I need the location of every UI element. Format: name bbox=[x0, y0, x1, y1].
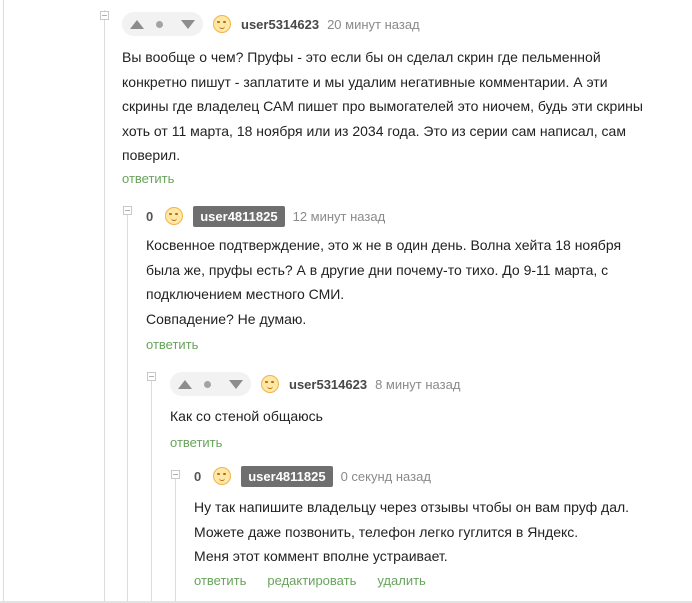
comment-text: Ну так напишите владельцу через отзывы ч… bbox=[194, 495, 629, 569]
comment-line: скрины где владелец САМ пишет про вымога… bbox=[122, 98, 643, 114]
reply-button[interactable]: ответить bbox=[170, 435, 222, 450]
rating-dot-icon bbox=[156, 20, 163, 28]
comment-line: была же, пруфы есть? А в другие дни поче… bbox=[146, 261, 609, 278]
thread-line bbox=[151, 380, 152, 603]
timestamp[interactable]: 20 минут назад bbox=[327, 17, 420, 32]
rating-control bbox=[122, 12, 203, 36]
comment-line: хоть от 11 марта, 18 ноября или из 2034 … bbox=[122, 122, 626, 139]
rating-dot-icon bbox=[204, 380, 211, 388]
rating-control bbox=[170, 372, 251, 396]
comment-line: Как со стеной общаюсь bbox=[170, 408, 323, 424]
collapse-thread-button[interactable] bbox=[147, 372, 156, 381]
comment-line: Ну так напишите владельцу через отзывы ч… bbox=[194, 499, 630, 515]
thread-line bbox=[127, 212, 128, 603]
comment-header: 0 user4811825 12 минут назад bbox=[146, 204, 385, 228]
downvote-icon[interactable] bbox=[229, 379, 243, 389]
comment-text: Косвенное подтверждение, это ж не в один… bbox=[146, 233, 621, 331]
avatar[interactable] bbox=[213, 15, 231, 33]
comment-line: Косвенное подтверждение, это ж не в один… bbox=[146, 237, 622, 253]
reply-button[interactable]: ответить bbox=[122, 171, 174, 186]
comment-text: Как со стеной общаюсь bbox=[170, 404, 323, 429]
comment-actions: ответить bbox=[122, 171, 174, 186]
rating-score: 0 bbox=[146, 208, 154, 224]
collapse-thread-button[interactable] bbox=[123, 206, 132, 215]
rating-score: 0 bbox=[194, 468, 202, 484]
timestamp[interactable]: 0 секунд назад bbox=[341, 469, 431, 484]
reply-button[interactable]: ответить bbox=[194, 573, 246, 588]
username[interactable]: user5314623 bbox=[289, 377, 367, 392]
thread-line bbox=[3, 0, 4, 603]
username-badge[interactable]: user4811825 bbox=[193, 205, 285, 227]
downvote-icon[interactable] bbox=[181, 19, 195, 29]
edit-button[interactable]: редактировать bbox=[267, 573, 356, 588]
username-badge[interactable]: user4811825 bbox=[241, 465, 333, 487]
comment-text: Вы вообще о чем? Пруфы - это если бы он … bbox=[122, 45, 643, 168]
comment-actions: ответить редактировать удалить bbox=[194, 573, 426, 588]
comment-line: подключением местного СМИ. bbox=[146, 286, 345, 302]
thread-line bbox=[175, 475, 176, 603]
upvote-icon[interactable] bbox=[178, 379, 192, 389]
avatar[interactable] bbox=[213, 467, 232, 485]
reply-button[interactable]: ответить bbox=[146, 337, 198, 352]
comment-line: поверил. bbox=[122, 147, 181, 163]
comment-line: Вы вообще о чем? Пруфы - это если бы он … bbox=[122, 49, 601, 65]
comment-line: Можете даже позвонить, телефон легко гуг… bbox=[194, 523, 579, 540]
thread-line bbox=[104, 10, 105, 603]
comment-line: Совпадение? Не думаю. bbox=[146, 310, 307, 327]
delete-button[interactable]: удалить bbox=[377, 573, 425, 588]
comment-actions: ответить bbox=[146, 337, 198, 352]
timestamp[interactable]: 12 минут назад bbox=[293, 209, 386, 224]
comment-header: user5314623 8 минут назад bbox=[170, 372, 460, 396]
avatar[interactable] bbox=[165, 207, 184, 225]
comment-actions: ответить bbox=[170, 435, 222, 450]
comment-line: конкретно пишут - заплатите и мы удалим … bbox=[122, 73, 608, 90]
comment-header: 0 user4811825 0 секунд назад bbox=[194, 464, 431, 488]
username[interactable]: user5314623 bbox=[241, 17, 319, 32]
upvote-icon[interactable] bbox=[130, 19, 144, 29]
avatar[interactable] bbox=[261, 375, 279, 393]
comment-header: user5314623 20 минут назад bbox=[122, 12, 420, 36]
comment-line: Меня этот коммент вполне устраивает. bbox=[194, 548, 448, 564]
timestamp[interactable]: 8 минут назад bbox=[375, 377, 460, 392]
collapse-thread-button[interactable] bbox=[171, 470, 180, 479]
collapse-thread-button[interactable] bbox=[100, 11, 109, 20]
